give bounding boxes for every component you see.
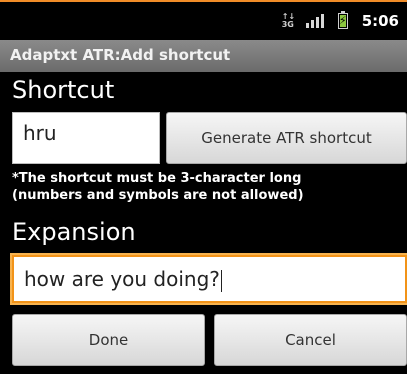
- shortcut-help-line-1: *The shortcut must be 3-character long: [12, 171, 302, 186]
- status-time: 5:06: [361, 12, 399, 30]
- page-title: Adaptxt ATR:Add shortcut: [10, 46, 231, 64]
- done-button[interactable]: Done: [12, 314, 205, 366]
- shortcut-input[interactable]: hru: [12, 112, 160, 164]
- cancel-button[interactable]: Cancel: [214, 314, 407, 366]
- status-icons: ↑↓ 3G ⚡ 5:06: [281, 11, 399, 30]
- expansion-input-value: how are you doing?: [24, 267, 222, 292]
- shortcut-input-value: hru: [23, 121, 57, 145]
- shortcut-help-note: *The shortcut must be 3-character long (…: [12, 170, 402, 204]
- shortcut-help-line-2: (numbers and symbols are not allowed): [12, 188, 304, 203]
- 3g-icon: ↑↓ 3G: [281, 12, 296, 29]
- status-bar: ↑↓ 3G ⚡ 5:06: [0, 2, 407, 38]
- generate-atr-shortcut-button[interactable]: Generate ATR shortcut: [166, 112, 407, 164]
- battery-charging-icon: ⚡: [337, 11, 348, 29]
- title-bar: Adaptxt ATR:Add shortcut: [0, 40, 407, 72]
- signal-icon: [305, 14, 324, 28]
- shortcut-label: Shortcut: [12, 76, 115, 104]
- cancel-button-label: Cancel: [285, 331, 336, 349]
- expansion-label: Expansion: [12, 218, 136, 246]
- generate-atr-shortcut-label: Generate ATR shortcut: [201, 129, 372, 147]
- text-cursor: [220, 269, 222, 292]
- done-button-label: Done: [88, 331, 129, 349]
- expansion-input[interactable]: how are you doing?: [12, 255, 407, 303]
